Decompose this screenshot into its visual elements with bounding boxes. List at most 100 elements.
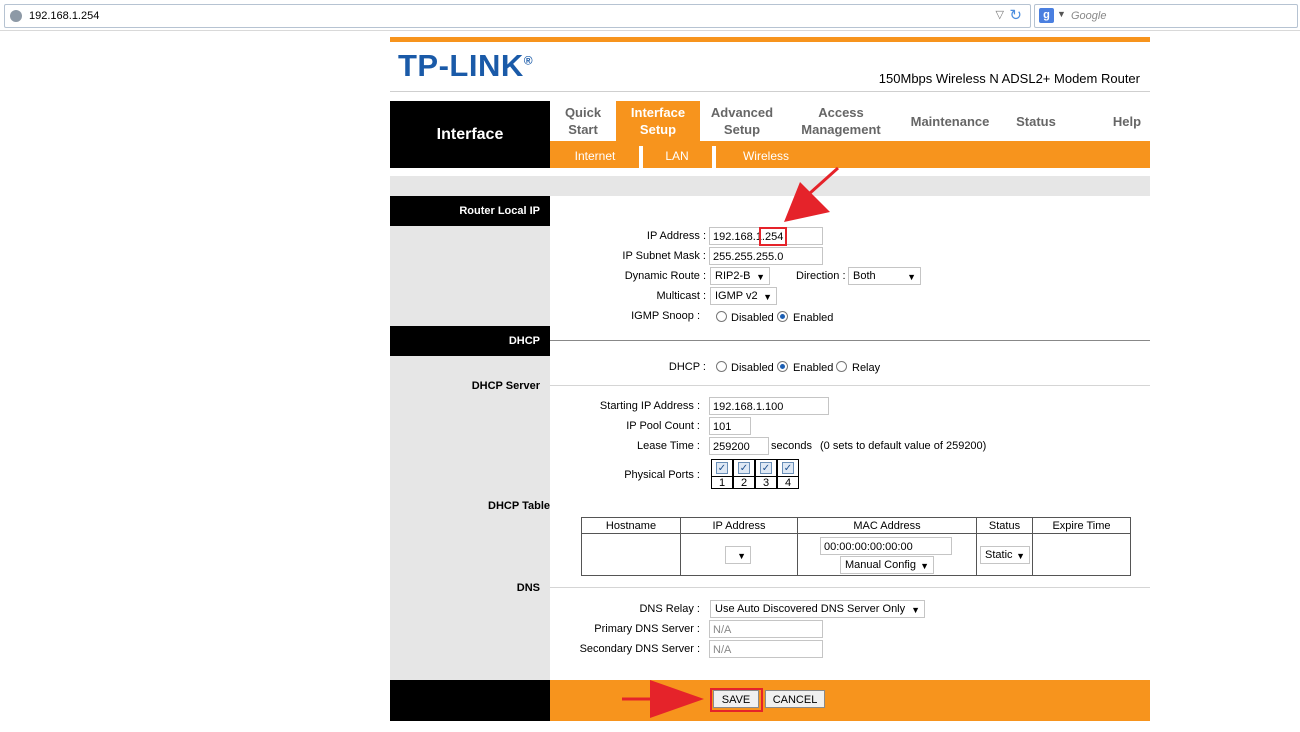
lease-time-label: Lease Time : xyxy=(637,440,700,452)
main-nav: Quick Start Interface Setup Advanced Set… xyxy=(550,101,1150,141)
th-status: Status xyxy=(977,518,1033,534)
chevron-down-icon: ▼ xyxy=(756,272,765,282)
chevron-down-icon: ▼ xyxy=(907,272,916,282)
dhcp-server-label: DHCP Server xyxy=(471,380,540,392)
igmp-enabled-radio[interactable] xyxy=(777,311,788,322)
lease-hint: (0 sets to default value of 259200) xyxy=(820,440,987,452)
engine-dropdown-icon[interactable]: ▼ xyxy=(1057,9,1066,19)
dhcp-relay-label: Relay xyxy=(852,362,881,374)
checkbox-checked-icon[interactable]: ✓ xyxy=(738,462,750,474)
checkbox-checked-icon[interactable]: ✓ xyxy=(716,462,728,474)
dhcp-enabled-label: Enabled xyxy=(793,362,834,374)
ip-address-label: IP Address : xyxy=(646,230,706,242)
chevron-down-icon: ▼ xyxy=(911,605,920,615)
lease-unit: seconds xyxy=(771,440,812,452)
multicast-select[interactable]: IGMP v2 ▼ xyxy=(710,287,777,305)
footer-black-block xyxy=(390,680,550,721)
search-placeholder[interactable]: Google xyxy=(1071,10,1106,22)
dhcp-table: Hostname IP Address MAC Address Status E… xyxy=(581,517,1131,576)
logo-text: TP-LINK xyxy=(398,48,524,83)
chevron-down-icon: ▼ xyxy=(763,292,772,302)
logo-registered-mark: ® xyxy=(523,53,534,68)
dropdown-icon[interactable]: ▽ xyxy=(996,8,1004,21)
primary-dns-field[interactable]: N/A xyxy=(709,620,823,638)
status-select[interactable]: Static ▼ xyxy=(980,546,1030,564)
multicast-label: Multicast : xyxy=(656,290,706,302)
dns-relay-label: DNS Relay : xyxy=(639,603,700,615)
search-box[interactable]: g ▼ Google xyxy=(1034,4,1298,28)
chevron-down-icon: ▼ xyxy=(920,561,929,571)
checkbox-checked-icon[interactable]: ✓ xyxy=(760,462,772,474)
reload-icon[interactable]: ↻ xyxy=(1009,6,1022,24)
nav-label: Quick Start xyxy=(564,105,602,137)
start-ip-label: Starting IP Address : xyxy=(599,400,700,412)
th-expire-time: Expire Time xyxy=(1033,518,1130,534)
header-divider xyxy=(390,91,1150,92)
left-label-column xyxy=(390,196,550,680)
nav-label: Status xyxy=(1016,113,1056,129)
port-number: 2 xyxy=(734,476,754,489)
dynamic-route-value: RIP2-B xyxy=(715,270,751,282)
chevron-down-icon: ▼ xyxy=(1016,551,1025,561)
port-number: 1 xyxy=(712,476,732,489)
secondary-dns-label: Secondary DNS Server : xyxy=(579,643,700,655)
dynamic-route-label: Dynamic Route : xyxy=(624,270,706,282)
ip-address-select[interactable]: ▼ xyxy=(725,546,751,564)
address-bar[interactable]: 192.168.1.254 ▽ ↻ xyxy=(4,4,1031,28)
globe-icon xyxy=(10,10,22,22)
dynamic-route-select[interactable]: RIP2-B ▼ xyxy=(710,267,770,285)
mac-mode-value: Manual Config xyxy=(845,559,916,571)
nav-interface-setup[interactable]: Interface Setup xyxy=(616,101,700,141)
chrome-divider xyxy=(0,30,1300,31)
lease-time-field[interactable]: 259200 xyxy=(709,437,769,455)
dns-relay-select[interactable]: Use Auto Discovered DNS Server Only ▼ xyxy=(710,600,925,618)
tplink-logo: TP-LINK® xyxy=(398,48,533,84)
port-2[interactable]: ✓ 2 xyxy=(733,459,755,489)
dns-relay-value: Use Auto Discovered DNS Server Only xyxy=(715,603,906,615)
dhcp-enabled-radio[interactable] xyxy=(777,361,788,372)
model-name: 150Mbps Wireless N ADSL2+ Modem Router xyxy=(878,71,1140,86)
subnav-lan[interactable]: LAN xyxy=(646,141,708,168)
th-ip-address: IP Address xyxy=(681,518,798,534)
pool-count-field[interactable]: 101 xyxy=(709,417,751,435)
port-4[interactable]: ✓ 4 xyxy=(777,459,799,489)
igmp-disabled-radio[interactable] xyxy=(716,311,727,322)
dhcp-relay-radio[interactable] xyxy=(836,361,847,372)
status-value: Static xyxy=(985,549,1013,561)
igmp-enabled-label: Enabled xyxy=(793,312,834,324)
dhcp-disabled-radio[interactable] xyxy=(716,361,727,372)
checkbox-checked-icon[interactable]: ✓ xyxy=(782,462,794,474)
subnet-mask-label: IP Subnet Mask : xyxy=(622,250,706,262)
igmp-disabled-label: Disabled xyxy=(731,312,774,324)
port-3[interactable]: ✓ 3 xyxy=(755,459,777,489)
dhcp-divider xyxy=(550,340,1150,341)
google-icon[interactable]: g xyxy=(1039,8,1054,23)
url-text[interactable]: 192.168.1.254 xyxy=(29,10,99,22)
direction-label: Direction : xyxy=(796,270,846,282)
start-ip-field[interactable]: 192.168.1.100 xyxy=(709,397,829,415)
direction-select[interactable]: Both ▼ xyxy=(848,267,921,285)
section-router-local-ip: Router Local IP xyxy=(390,196,550,226)
nav-label: Maintenance xyxy=(910,113,990,129)
nav-advanced-setup[interactable]: Advanced Setup xyxy=(700,101,784,141)
nav-status[interactable]: Status xyxy=(1002,101,1070,141)
cancel-button[interactable]: CANCEL xyxy=(765,690,825,708)
subnet-mask-field[interactable]: 255.255.255.0 xyxy=(709,247,823,265)
nav-help[interactable]: Help xyxy=(1090,101,1164,141)
nav-maintenance[interactable]: Maintenance xyxy=(898,101,1002,141)
mac-mode-select[interactable]: Manual Config ▼ xyxy=(840,556,934,574)
subnav-internet[interactable]: Internet xyxy=(554,141,636,168)
mac-address-field[interactable]: 00:00:00:00:00:00 xyxy=(820,537,952,555)
igmp-snoop-label: IGMP Snoop : xyxy=(631,310,700,322)
port-number: 3 xyxy=(756,476,776,489)
nav-access-management[interactable]: Access Management xyxy=(784,101,898,141)
th-mac-address: MAC Address xyxy=(798,518,977,534)
nav-label: Advanced Setup xyxy=(710,105,774,137)
dhcp-disabled-label: Disabled xyxy=(731,362,774,374)
secondary-dns-field[interactable]: N/A xyxy=(709,640,823,658)
nav-quick-start[interactable]: Quick Start xyxy=(550,101,616,141)
subnav-separator xyxy=(712,146,716,168)
nav-section-title: Interface xyxy=(390,101,550,168)
port-1[interactable]: ✓ 1 xyxy=(711,459,733,489)
nav-label: Help xyxy=(1112,113,1142,129)
